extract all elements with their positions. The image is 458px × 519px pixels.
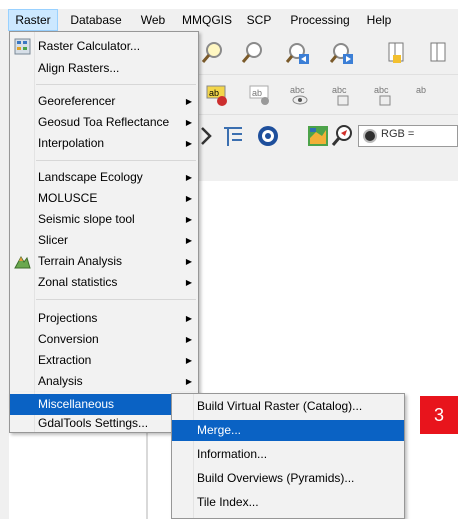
svg-text:ab: ab (252, 88, 262, 98)
rgb-label: RGB = (381, 128, 415, 140)
zoom-in-icon[interactable] (200, 41, 224, 65)
menu-item-merge[interactable]: Merge... (172, 420, 404, 441)
svg-text:abc: abc (332, 85, 347, 95)
miscellaneous-submenu: Build Virtual Raster (Catalog)... Merge.… (171, 393, 405, 519)
menu-item-build-virtual-raster[interactable]: Build Virtual Raster (Catalog)... (172, 396, 404, 417)
band-set-icon[interactable] (306, 124, 330, 148)
menu-separator (36, 84, 196, 85)
menu-item-align-rasters[interactable]: Align Rasters... (10, 58, 198, 79)
label-tool-icon[interactable]: ab (205, 83, 229, 107)
zoom-out-icon[interactable] (240, 41, 264, 65)
new-bookmark-icon[interactable] (385, 41, 409, 65)
show-bookmarks-icon[interactable] (427, 41, 451, 65)
menu-processing[interactable]: Processing (284, 9, 356, 31)
menu-scp[interactable]: SCP (242, 9, 276, 31)
rotate-label-icon[interactable]: abc (372, 83, 396, 107)
submenu-arrow-icon: ▶ (185, 139, 192, 148)
menu-item-analysis[interactable]: Analysis ▶ (10, 371, 198, 392)
tool-x-icon[interactable] (200, 124, 224, 148)
rgb-selector[interactable]: RGB = (358, 125, 458, 147)
svg-text:abc: abc (374, 85, 389, 95)
submenu-arrow-icon: ▶ (185, 356, 192, 365)
left-panel-strip (0, 31, 9, 519)
svg-text:ab: ab (209, 88, 219, 98)
menu-item-conversion[interactable]: Conversion ▶ (10, 329, 198, 350)
step-number-badge: 3 (420, 396, 458, 434)
menu-item-landscape-ecology[interactable]: Landscape Ecology ▶ (10, 167, 198, 188)
menu-item-molusce[interactable]: MOLUSCE ▶ (10, 188, 198, 209)
raster-calculator-icon (14, 38, 31, 55)
submenu-arrow-icon: ▶ (185, 335, 192, 344)
submenu-arrow-icon: ▶ (185, 194, 192, 203)
menu-item-slicer[interactable]: Slicer ▶ (10, 230, 198, 251)
menu-item-tile-index[interactable]: Tile Index... (172, 492, 404, 513)
menu-web[interactable]: Web (135, 9, 171, 31)
submenu-arrow-icon: ▶ (185, 118, 192, 127)
menu-item-extraction[interactable]: Extraction ▶ (10, 350, 198, 371)
zoom-to-layer-icon[interactable] (286, 41, 310, 65)
svg-text:ab: ab (416, 85, 426, 95)
terrain-analysis-icon (14, 255, 31, 269)
menu-item-georeferencer[interactable]: Georeferencer ▶ (10, 91, 198, 112)
menu-item-seismic-slope-tool[interactable]: Seismic slope tool ▶ (10, 209, 198, 230)
submenu-arrow-icon: ▶ (185, 278, 192, 287)
scp-dock-icon[interactable] (256, 124, 280, 148)
rgb-icon (363, 129, 377, 143)
submenu-arrow-icon: ▶ (185, 236, 192, 245)
menu-item-terrain-analysis[interactable]: Terrain Analysis ▶ (10, 251, 198, 272)
change-label-icon[interactable]: ab (414, 83, 438, 107)
raster-menu: Raster Calculator... Align Rasters... Ge… (9, 31, 199, 407)
roi-pointer-icon[interactable] (330, 124, 354, 148)
menu-item-gdaltools-settings[interactable]: GdalTools Settings... (10, 413, 198, 434)
menu-item-build-overviews[interactable]: Build Overviews (Pyramids)... (172, 468, 404, 489)
submenu-arrow-icon: ▶ (185, 377, 192, 386)
submenu-arrow-icon: ▶ (185, 97, 192, 106)
submenu-arrow-icon: ▶ (185, 173, 192, 182)
move-label-icon[interactable]: abc (330, 83, 354, 107)
menu-item-projections[interactable]: Projections ▶ (10, 308, 198, 329)
menu-item-interpolation[interactable]: Interpolation ▶ (10, 133, 198, 154)
pin-labels-icon[interactable]: ab (248, 83, 272, 107)
menu-help[interactable]: Help (362, 9, 396, 31)
menu-raster[interactable]: Raster (8, 9, 58, 31)
menu-item-zonal-statistics[interactable]: Zonal statistics ▶ (10, 272, 198, 293)
menu-bar: Raster Database Web MMQGIS SCP Processin… (0, 9, 458, 31)
submenu-arrow-icon: ▶ (185, 215, 192, 224)
show-hide-labels-icon[interactable]: abc (288, 83, 312, 107)
menu-mmqgis[interactable]: MMQGIS (180, 9, 234, 31)
menu-database[interactable]: Database (64, 9, 128, 31)
menu-separator (36, 160, 196, 161)
menu-separator (36, 299, 196, 300)
attribute-list-icon[interactable] (222, 124, 246, 148)
menu-item-geosud-toa-reflectance[interactable]: Geosud Toa Reflectance ▶ (10, 112, 198, 133)
svg-text:abc: abc (290, 85, 305, 95)
submenu-arrow-icon: ▶ (185, 257, 192, 266)
menu-item-information[interactable]: Information... (172, 444, 404, 465)
submenu-arrow-icon: ▶ (185, 314, 192, 323)
menu-item-miscellaneous[interactable]: Miscellaneous ▶ (10, 394, 198, 415)
menu-item-raster-calculator[interactable]: Raster Calculator... (10, 36, 198, 57)
zoom-last-icon[interactable] (330, 41, 354, 65)
